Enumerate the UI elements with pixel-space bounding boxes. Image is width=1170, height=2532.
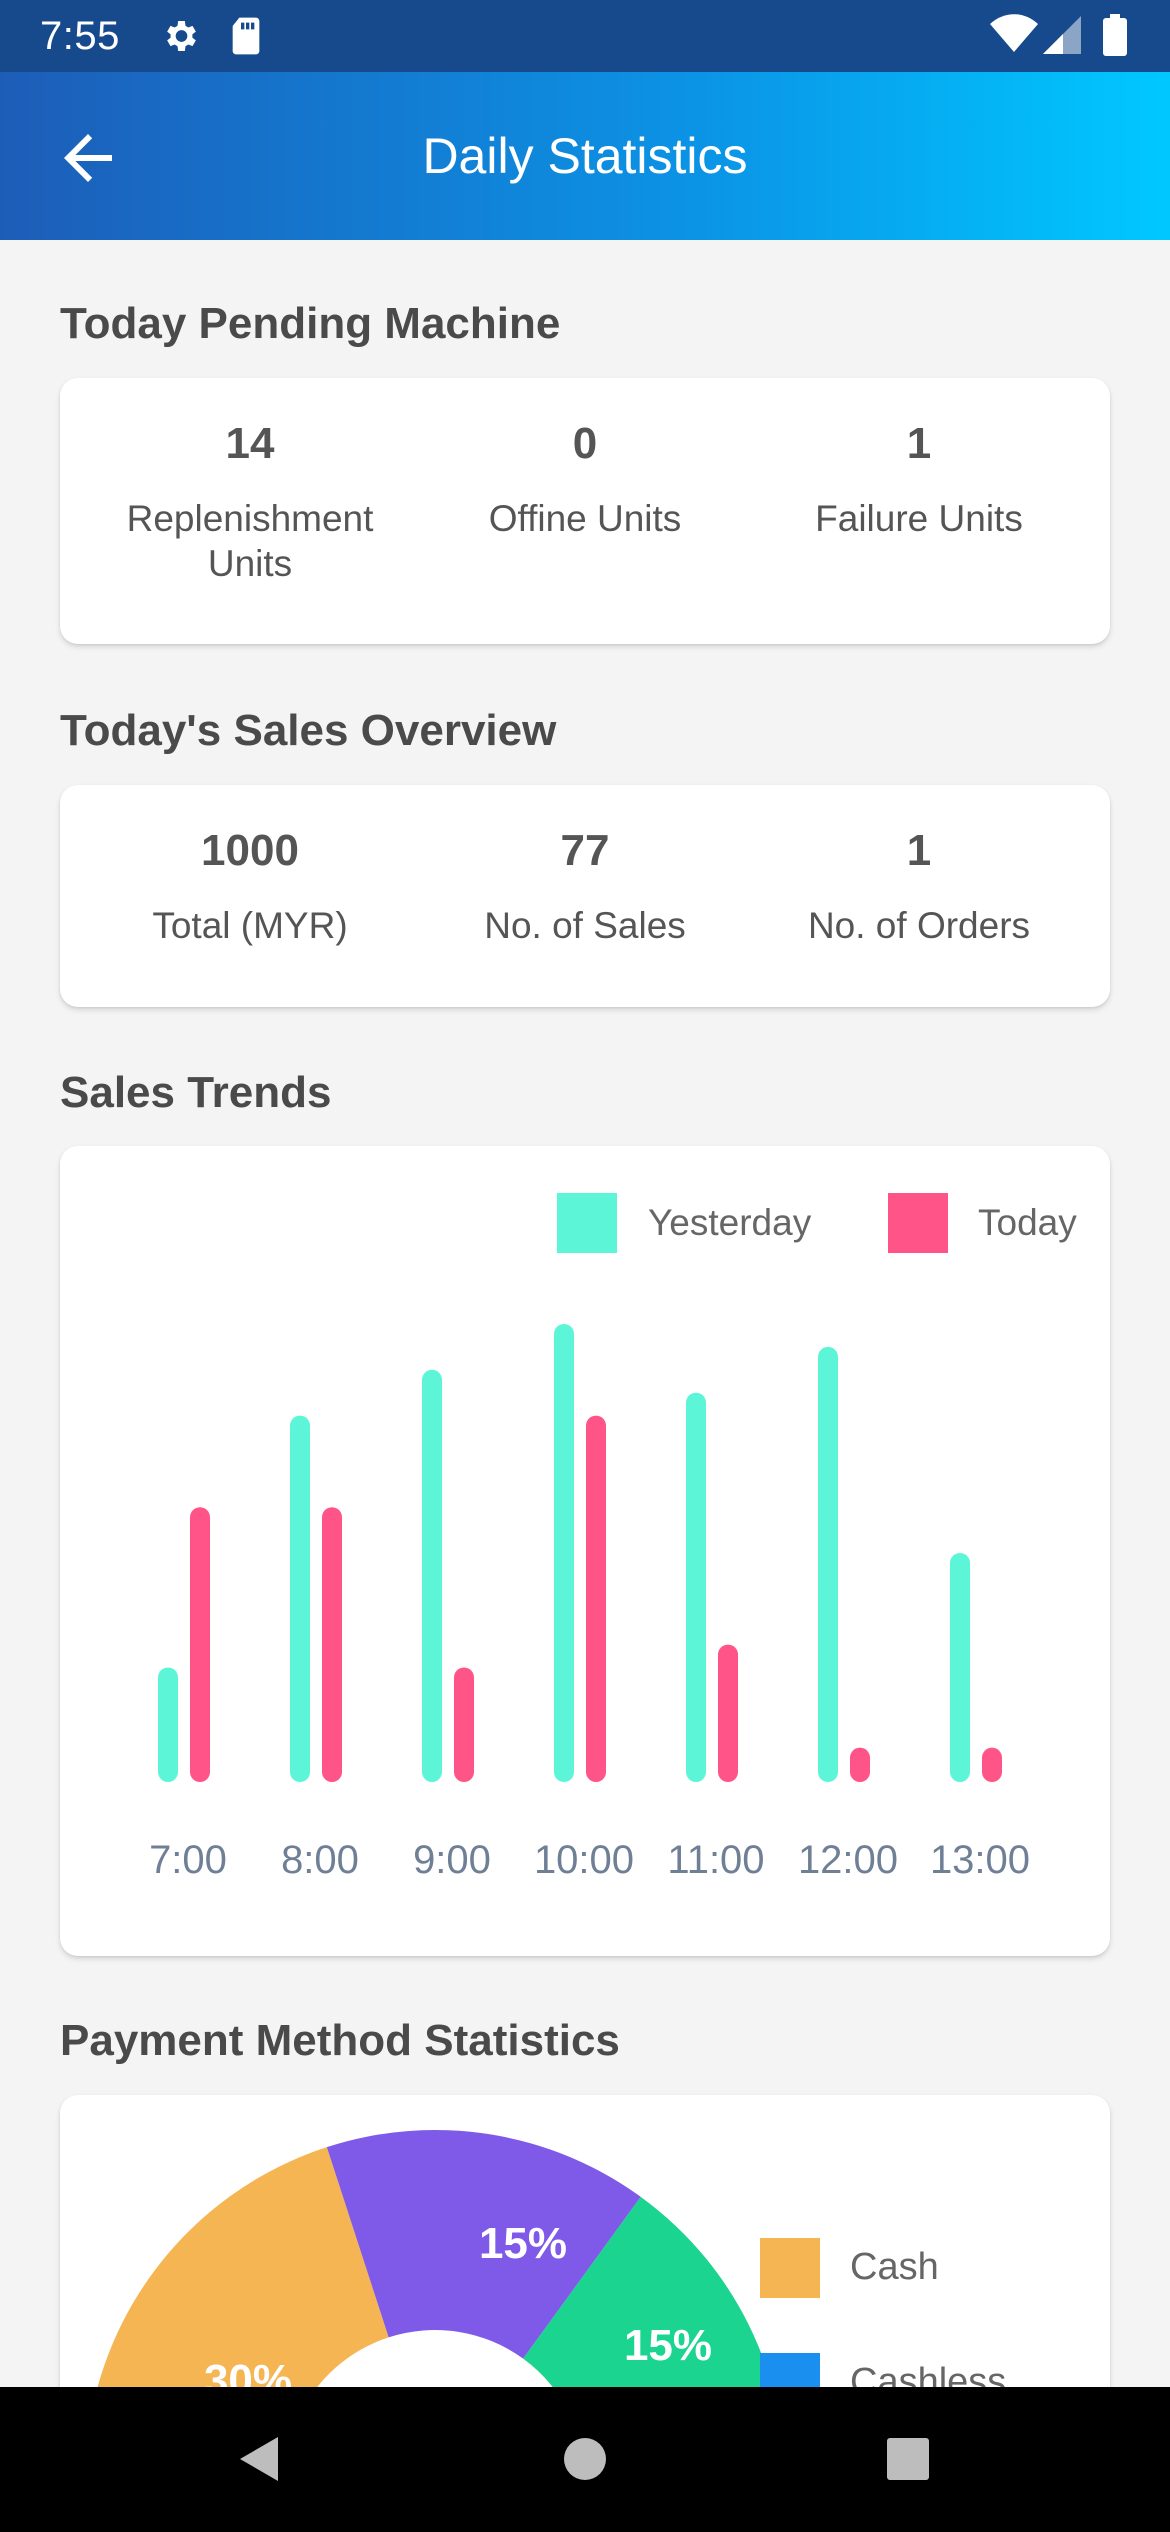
stat-label: Replenishment Units bbox=[126, 498, 374, 584]
bar-today-1000 bbox=[586, 1415, 606, 1782]
x-tick-label: 13:00 bbox=[930, 1838, 1030, 1882]
nav-back-button[interactable] bbox=[230, 2427, 294, 2491]
legend-label-cash: Cash bbox=[850, 2246, 939, 2288]
legend-swatch-cash bbox=[760, 2238, 820, 2298]
replenishment-units-stat: 14 Replenishment Units bbox=[83, 418, 417, 586]
nav-home-button[interactable] bbox=[553, 2427, 617, 2491]
pending-card: 14 Replenishment Units 0 Offine Units 1 … bbox=[60, 378, 1110, 644]
status-bar: 7:55 bbox=[0, 0, 1170, 72]
stat-label: Offine Units bbox=[488, 498, 682, 539]
x-tick-label: 10:00 bbox=[534, 1838, 634, 1882]
bar-yesterday-1200 bbox=[818, 1346, 838, 1782]
status-time: 7:55 bbox=[40, 14, 120, 58]
stat-label: No. of Orders bbox=[807, 905, 1031, 946]
x-tick-label: 9:00 bbox=[413, 1838, 491, 1882]
bar-today-800 bbox=[322, 1507, 342, 1782]
triangle-back-icon bbox=[240, 2437, 278, 2481]
sd-card-icon bbox=[228, 16, 264, 61]
wifi-icon bbox=[990, 14, 1038, 59]
settings-icon bbox=[160, 16, 200, 61]
bar-yesterday-800 bbox=[290, 1415, 310, 1782]
x-tick-label: 7:00 bbox=[149, 1838, 227, 1882]
sales-trend-bar-chart: 7:00 8:00 9:00 10:00 11:00 12:00 13:00 bbox=[149, 1324, 1030, 1882]
number-of-sales-stat: 77 No. of Sales bbox=[418, 825, 752, 948]
stat-value: 0 bbox=[572, 419, 598, 468]
battery-icon bbox=[1102, 14, 1128, 61]
bar-yesterday-700 bbox=[158, 1667, 178, 1782]
bar-today-700 bbox=[190, 1507, 210, 1782]
pending-section-title: Today Pending Machine bbox=[60, 299, 561, 348]
stat-value: 14 bbox=[225, 419, 275, 468]
stat-value: 1 bbox=[906, 826, 932, 875]
page-title: Daily Statistics bbox=[422, 128, 748, 184]
app-bar: Daily Statistics bbox=[0, 72, 1170, 240]
bar-yesterday-900 bbox=[422, 1369, 442, 1782]
total-myr-stat: 1000 Total (MYR) bbox=[83, 825, 417, 948]
x-tick-label: 12:00 bbox=[798, 1838, 898, 1882]
sales-trends-card: Yesterday Today 7:00 8:00 9:00 10:00 11:00 12… bbox=[60, 1146, 1110, 1956]
stat-label: No. of Sales bbox=[484, 905, 686, 946]
sales-overview-card: 1000 Total (MYR) 77 No. of Sales 1 No. o… bbox=[60, 785, 1110, 1007]
bar-yesterday-1000 bbox=[554, 1324, 574, 1782]
stat-value: 1 bbox=[906, 419, 932, 468]
failure-units-stat: 1 Failure Units bbox=[752, 418, 1086, 541]
system-navigation-bar bbox=[0, 2387, 1170, 2532]
bar-today-900 bbox=[454, 1667, 474, 1782]
cellular-signal-icon bbox=[1043, 16, 1081, 59]
offline-units-stat: 0 Offine Units bbox=[418, 418, 752, 541]
bar-today-1100 bbox=[718, 1644, 738, 1782]
nav-recents-button[interactable] bbox=[876, 2427, 940, 2491]
sales-overview-section-title: Today's Sales Overview bbox=[60, 706, 557, 755]
donut-slice-label: 15% bbox=[479, 2219, 567, 2268]
stat-value: 77 bbox=[560, 826, 610, 875]
x-tick-label: 8:00 bbox=[281, 1838, 359, 1882]
number-of-orders-stat: 1 No. of Orders bbox=[752, 825, 1086, 948]
x-tick-label: 11:00 bbox=[667, 1838, 764, 1882]
stat-label: Failure Units bbox=[815, 498, 1023, 539]
donut-slice-label: 15% bbox=[624, 2321, 712, 2370]
sales-trends-section-title: Sales Trends bbox=[60, 1068, 332, 1117]
stat-label: Total (MYR) bbox=[152, 905, 348, 946]
circle-home-icon bbox=[564, 2438, 606, 2480]
bar-yesterday-1300 bbox=[950, 1553, 970, 1782]
payment-section-title: Payment Method Statistics bbox=[60, 2016, 620, 2065]
stat-value: 1000 bbox=[201, 826, 299, 875]
bar-today-1300 bbox=[982, 1747, 1002, 1782]
bar-yesterday-1100 bbox=[686, 1392, 706, 1782]
bar-today-1200 bbox=[850, 1747, 870, 1782]
square-recents-icon bbox=[887, 2438, 929, 2480]
